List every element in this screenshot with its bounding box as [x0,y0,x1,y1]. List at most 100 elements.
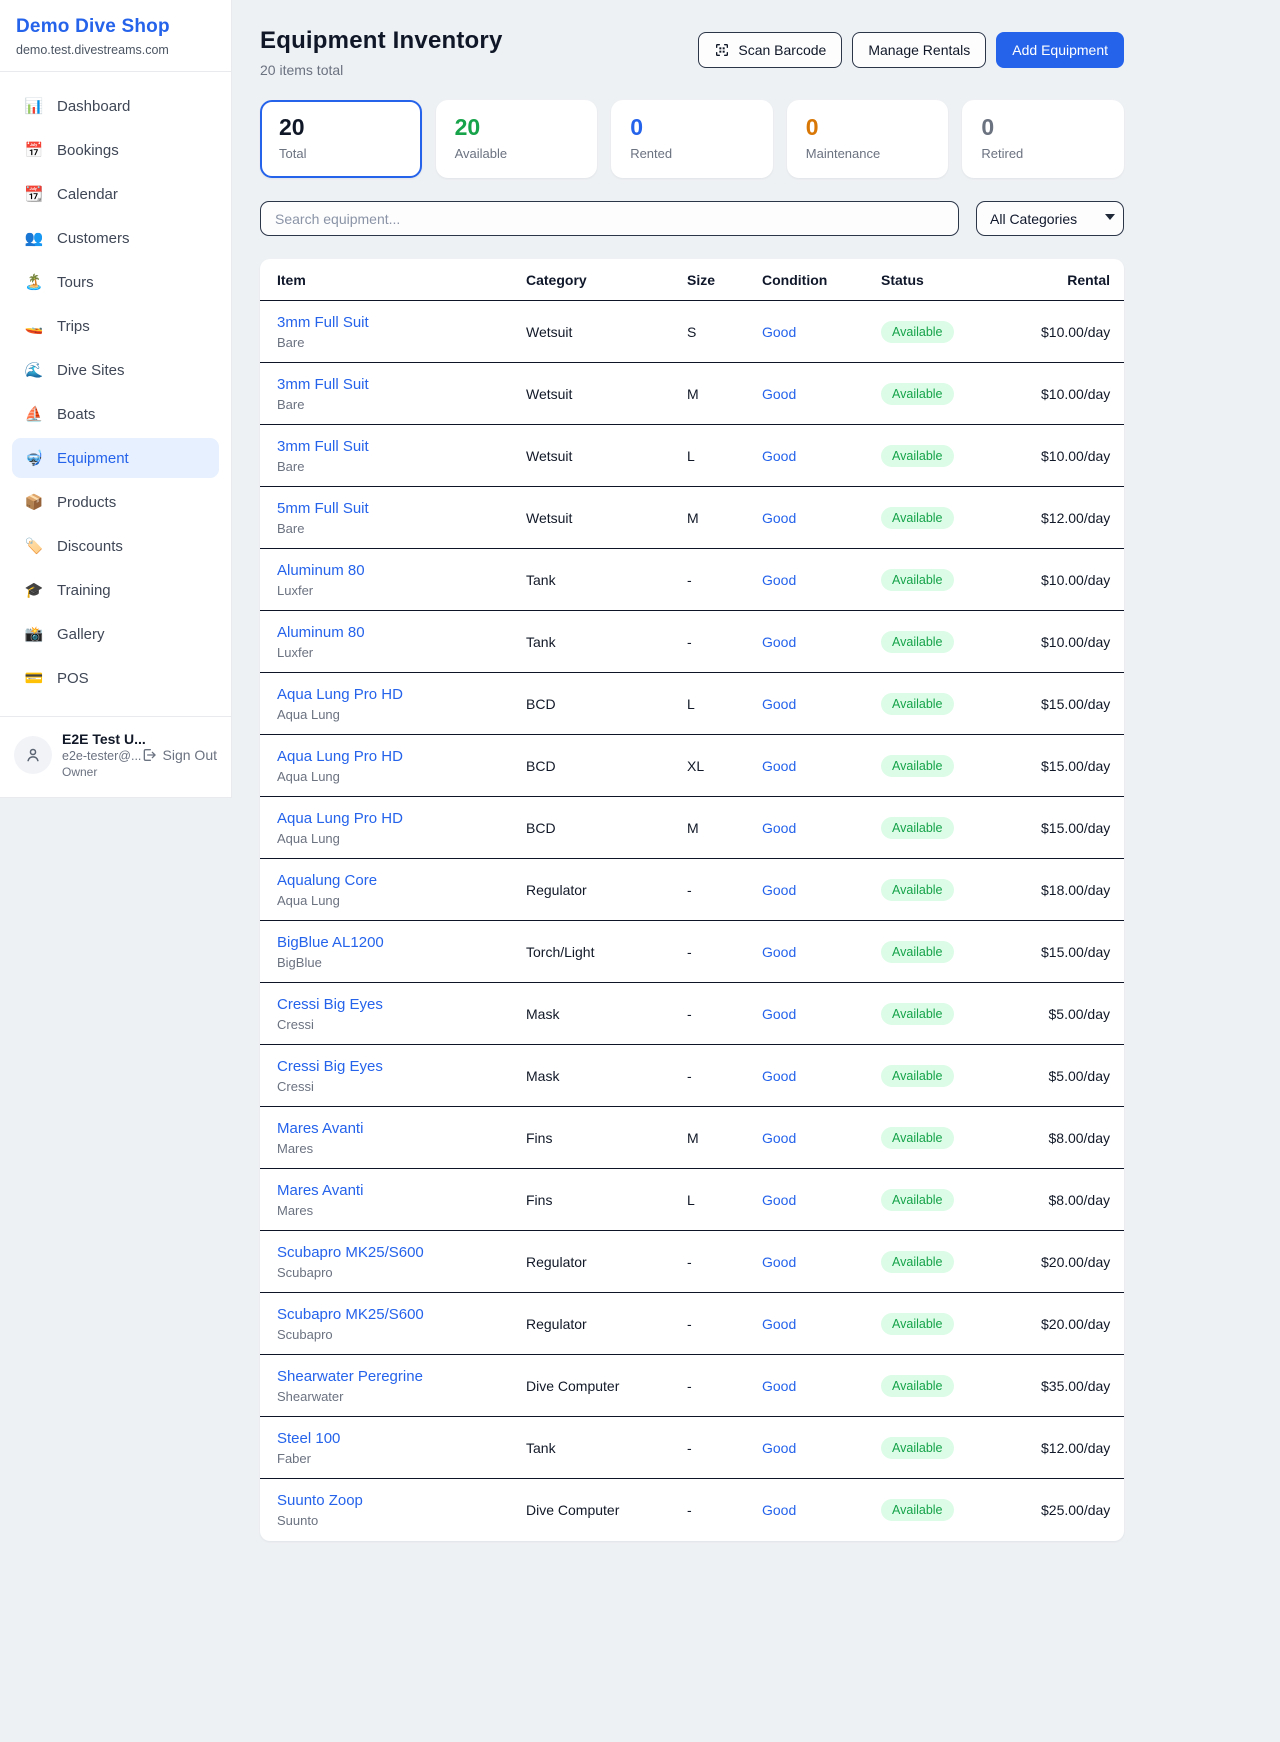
scan-barcode-label: Scan Barcode [738,42,826,58]
item-name-link[interactable]: Aluminum 80 [277,562,526,579]
item-name-link[interactable]: 3mm Full Suit [277,314,526,331]
item-category: Regulator [526,1316,687,1332]
sidebar-item-boats[interactable]: ⛵ Boats [12,394,219,434]
page-title: Equipment Inventory [260,27,503,55]
sidebar-item-customers[interactable]: 👥 Customers [12,218,219,258]
item-brand: Scubapro [277,1327,526,1342]
table-row: Mares Avanti Mares Fins M Good Available… [260,1107,1124,1169]
stat-card-available[interactable]: 20 Available [436,100,598,178]
item-category: Fins [526,1130,687,1146]
sidebar-item-tours[interactable]: 🏝️ Tours [12,262,219,302]
item-brand: Faber [277,1451,526,1466]
item-category: Tank [526,1440,687,1456]
sidebar-item-dive-sites[interactable]: 🌊 Dive Sites [12,350,219,390]
stat-card-total[interactable]: 20 Total [260,100,422,178]
sidebar-item-trips[interactable]: 🚤 Trips [12,306,219,346]
item-brand: Cressi [277,1017,526,1032]
item-category: Wetsuit [526,386,687,402]
status-badge: Available [881,755,954,777]
products-icon: 📦 [24,493,44,511]
sidebar-item-gallery[interactable]: 📸 Gallery [12,614,219,654]
item-name-link[interactable]: Aqualung Core [277,872,526,889]
item-category: BCD [526,696,687,712]
item-rental: $20.00/day [1041,1254,1110,1270]
user-email: e2e-tester@... [62,749,131,763]
sidebar-item-pos[interactable]: 💳 POS [12,658,219,698]
item-category: Fins [526,1192,687,1208]
stat-card-retired[interactable]: 0 Retired [962,100,1124,178]
item-rental: $15.00/day [1041,944,1110,960]
item-condition: Good [762,1502,881,1518]
stat-label: Available [455,146,579,161]
status-badge: Available [881,1127,954,1149]
item-name-link[interactable]: 3mm Full Suit [277,376,526,393]
item-name-link[interactable]: Scubapro MK25/S600 [277,1306,526,1323]
category-select[interactable]: All Categories [976,201,1124,236]
item-category: Mask [526,1006,687,1022]
item-rental: $8.00/day [1041,1192,1110,1208]
item-name-link[interactable]: Steel 100 [277,1430,526,1447]
item-name-link[interactable]: Aqua Lung Pro HD [277,810,526,827]
sidebar-item-dashboard[interactable]: 📊 Dashboard [12,86,219,126]
item-name-link[interactable]: Aluminum 80 [277,624,526,641]
item-rental: $12.00/day [1041,510,1110,526]
item-rental: $35.00/day [1041,1378,1110,1394]
item-condition: Good [762,820,881,836]
item-brand: Luxfer [277,645,526,660]
sidebar-item-calendar[interactable]: 📆 Calendar [12,174,219,214]
item-size: L [687,1192,762,1208]
table-row: BigBlue AL1200 BigBlue Torch/Light - Goo… [260,921,1124,983]
manage-rentals-button[interactable]: Manage Rentals [852,32,986,68]
table-row: Shearwater Peregrine Shearwater Dive Com… [260,1355,1124,1417]
item-rental: $18.00/day [1041,882,1110,898]
item-name-link[interactable]: Aqua Lung Pro HD [277,748,526,765]
header-actions: Scan Barcode Manage Rentals Add Equipmen… [698,32,1124,68]
column-header-rental: Rental [1041,272,1110,288]
item-name-link[interactable]: Suunto Zoop [277,1492,526,1509]
sidebar-item-bookings[interactable]: 📅 Bookings [12,130,219,170]
item-name-link[interactable]: 3mm Full Suit [277,438,526,455]
item-brand: Bare [277,521,526,536]
sign-out-label: Sign Out [163,747,217,763]
user-meta: E2E Test U... e2e-tester@... Owner [62,731,131,779]
sidebar-item-training[interactable]: 🎓 Training [12,570,219,610]
item-name-link[interactable]: Scubapro MK25/S600 [277,1244,526,1261]
sidebar-item-discounts[interactable]: 🏷️ Discounts [12,526,219,566]
sidebar-item-products[interactable]: 📦 Products [12,482,219,522]
item-name-link[interactable]: Cressi Big Eyes [277,996,526,1013]
sidebar-item-equipment[interactable]: 🤿 Equipment [12,438,219,478]
item-name-link[interactable]: Shearwater Peregrine [277,1368,526,1385]
table-row: 3mm Full Suit Bare Wetsuit L Good Availa… [260,425,1124,487]
sidebar-item-label: Calendar [57,186,118,203]
stat-card-maintenance[interactable]: 0 Maintenance [787,100,949,178]
item-rental: $15.00/day [1041,758,1110,774]
item-size: - [687,1254,762,1270]
item-name-link[interactable]: Cressi Big Eyes [277,1058,526,1075]
item-name-link[interactable]: Aqua Lung Pro HD [277,686,526,703]
item-category: Tank [526,634,687,650]
item-name-link[interactable]: BigBlue AL1200 [277,934,526,951]
add-equipment-button[interactable]: Add Equipment [996,32,1124,68]
status-badge: Available [881,631,954,653]
item-size: S [687,324,762,340]
avatar [14,736,52,774]
item-name-link[interactable]: 5mm Full Suit [277,500,526,517]
item-condition: Good [762,510,881,526]
item-condition: Good [762,944,881,960]
item-category: Tank [526,572,687,588]
sidebar-item-label: Trips [57,318,90,335]
search-input[interactable] [260,201,959,236]
item-size: L [687,448,762,464]
item-size: - [687,882,762,898]
item-name-link[interactable]: Mares Avanti [277,1182,526,1199]
item-category: Torch/Light [526,944,687,960]
scan-barcode-button[interactable]: Scan Barcode [698,32,842,68]
page-title-block: Equipment Inventory 20 items total [260,27,503,78]
item-size: - [687,1440,762,1456]
stats-row: 20 Total 20 Available 0 Rented 0 Mainten… [260,100,1124,178]
stat-card-rented[interactable]: 0 Rented [611,100,773,178]
item-category: BCD [526,820,687,836]
item-name-link[interactable]: Mares Avanti [277,1120,526,1137]
item-condition: Good [762,1378,881,1394]
sign-out-button[interactable]: Sign Out [141,747,217,763]
